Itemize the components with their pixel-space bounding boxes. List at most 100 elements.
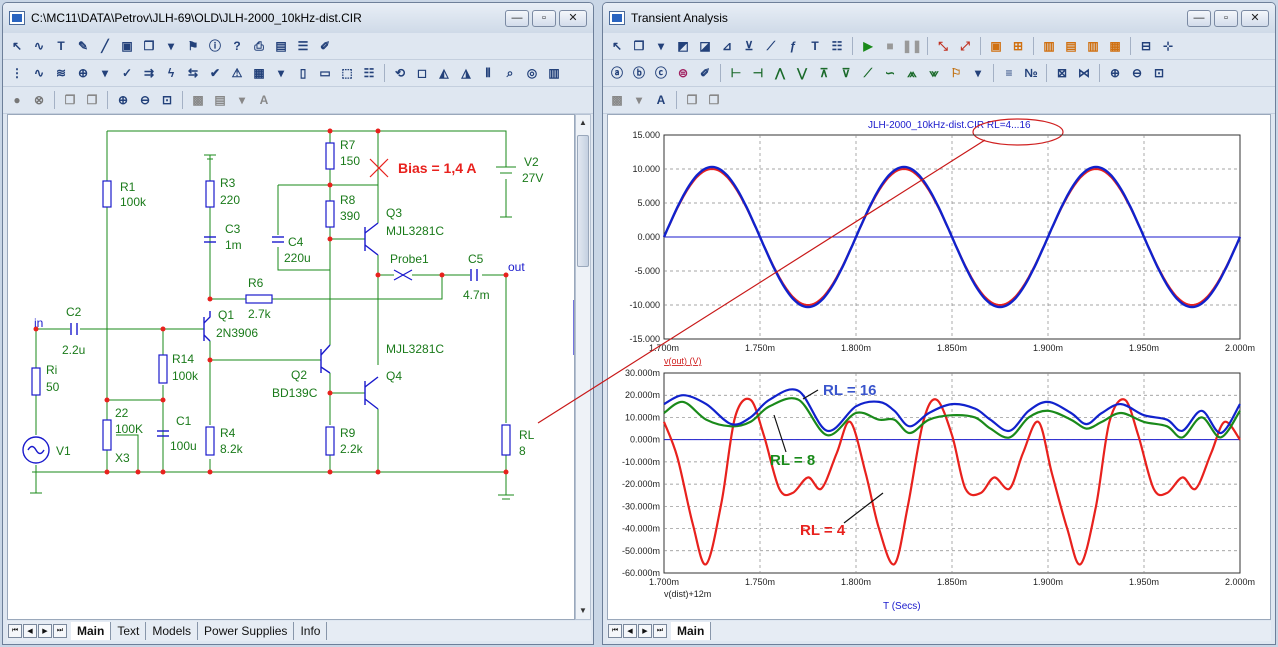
mirror-icon[interactable]: ◭ (434, 63, 454, 83)
minimize-button[interactable]: — (505, 9, 529, 27)
fit-icon[interactable]: ⊠ (1052, 63, 1072, 83)
check-icon[interactable]: ✔ (205, 63, 225, 83)
valley-icon[interactable]: ⋁ (792, 63, 812, 83)
count-icon[interactable]: № (1021, 63, 1041, 83)
grid-dots-icon[interactable]: ⊞ (1008, 36, 1028, 56)
draw-line-icon[interactable]: ╱ (95, 36, 115, 56)
stop-icon[interactable]: ⊗ (29, 90, 49, 110)
autoscale-icon[interactable]: ⤢ (955, 36, 975, 56)
last-tab-icon[interactable]: ⏭ (53, 624, 67, 638)
flip-icon[interactable]: ◮ (456, 63, 476, 83)
run-icon[interactable]: ▶ (858, 36, 878, 56)
run-icon[interactable]: ● (7, 90, 27, 110)
voltage-icon[interactable]: ∿ (29, 63, 49, 83)
select-arrow-icon[interactable]: ↖ (607, 36, 627, 56)
scroll-down-icon[interactable]: ▼ (576, 603, 590, 619)
tag-icon[interactable]: ⚐ (946, 63, 966, 83)
color-icon[interactable]: ▩ (188, 90, 208, 110)
frame-icon[interactable]: ◻ (412, 63, 432, 83)
prev-tab-icon[interactable]: ◀ (23, 624, 37, 638)
first-tab-icon[interactable]: ⏮ (608, 624, 622, 638)
pause-icon[interactable]: ❚❚ (902, 36, 922, 56)
component-icon[interactable]: ▣ (117, 36, 137, 56)
next-tab-icon[interactable]: ▶ (38, 624, 52, 638)
zoom-in-icon[interactable]: ⊕ (1105, 63, 1125, 83)
flag-icon[interactable]: ⚑ (183, 36, 203, 56)
properties-icon[interactable]: ☷ (359, 63, 379, 83)
numeric-icon[interactable]: ≡ (999, 63, 1019, 83)
probe-icon[interactable]: ✓ (117, 63, 137, 83)
schematic-vertical-scrollbar[interactable]: ▲ ▼ (575, 114, 591, 620)
schematic-canvas[interactable]: R1 100k R3 220 C3 1m R7 150 R8 390 C4 22… (7, 114, 575, 620)
current-icon[interactable]: ≋ (51, 63, 71, 83)
dropdown-arrow-icon[interactable]: ▾ (271, 63, 291, 83)
tab-models[interactable]: Models (146, 622, 199, 640)
function-icon[interactable]: ƒ (783, 36, 803, 56)
graph-peak-icon[interactable]: ⊿ (717, 36, 737, 56)
pencil-icon[interactable]: ✎ (73, 36, 93, 56)
graph-valley-icon[interactable]: ⊻ (739, 36, 759, 56)
fit-x-icon[interactable]: ⋈ (1074, 63, 1094, 83)
global-low-icon[interactable]: ⩖ (924, 63, 944, 83)
dropdown-arrow-icon[interactable]: ▾ (161, 36, 181, 56)
cursor-2-icon[interactable]: ⊣ (748, 63, 768, 83)
page-icon[interactable]: ▯ (293, 63, 313, 83)
node-numbers-icon[interactable]: ⋮ (7, 63, 27, 83)
dropdown-arrow-icon[interactable]: ▾ (968, 63, 988, 83)
low-icon[interactable]: ⊽ (836, 63, 856, 83)
print-icon[interactable]: ⎙ (249, 36, 269, 56)
grid-icon[interactable]: ▦ (249, 63, 269, 83)
warning-icon[interactable]: ⚠ (227, 63, 247, 83)
minimize-button[interactable]: — (1187, 9, 1211, 27)
edit-icon[interactable]: ✐ (315, 36, 335, 56)
prev-tab-icon[interactable]: ◀ (623, 624, 637, 638)
redo-icon[interactable]: ❐ (82, 90, 102, 110)
tab-main[interactable]: Main (671, 622, 712, 640)
undo-icon[interactable]: ❐ (682, 90, 702, 110)
layout-3-icon[interactable]: ▥ (1083, 36, 1103, 56)
flow-icon[interactable]: ⇆ (183, 63, 203, 83)
high-icon[interactable]: ⊼ (814, 63, 834, 83)
wire-icon[interactable]: ∿ (29, 36, 49, 56)
zoom-a-icon[interactable]: ⓐ (607, 63, 627, 83)
rotate-icon[interactable]: ⟲ (390, 63, 410, 83)
zoom-out-icon[interactable]: ⊖ (135, 90, 155, 110)
cursor-1-icon[interactable]: ⊢ (726, 63, 746, 83)
zoom-in-icon[interactable]: ⊕ (113, 90, 133, 110)
last-tab-icon[interactable]: ⏭ (653, 624, 667, 638)
text-tool-icon[interactable]: T (805, 36, 825, 56)
lightning-icon[interactable]: ϟ (161, 63, 181, 83)
layout-2-icon[interactable]: ▤ (1061, 36, 1081, 56)
close-button[interactable]: ✕ (1241, 9, 1269, 27)
font-icon[interactable]: A (254, 90, 274, 110)
crosshair-icon[interactable]: ⊹ (1158, 36, 1178, 56)
slope-icon[interactable]: ⟋ (858, 63, 878, 83)
close-button[interactable]: ✕ (559, 9, 587, 27)
page-copy-icon[interactable]: ▭ (315, 63, 335, 83)
zoom-fit-icon[interactable]: ⊡ (157, 90, 177, 110)
peak-icon[interactable]: ⋀ (770, 63, 790, 83)
dropdown-arrow-icon[interactable]: ▾ (95, 63, 115, 83)
fill-icon[interactable]: ▤ (210, 90, 230, 110)
zoom-d-icon[interactable]: ⊜ (673, 63, 693, 83)
color-icon[interactable]: ▩ (607, 90, 627, 110)
zoom-b-icon[interactable]: ⓑ (629, 63, 649, 83)
save-icon[interactable]: ▤ (271, 36, 291, 56)
dropdown-arrow-icon[interactable]: ▾ (651, 36, 671, 56)
dropdown-arrow-icon[interactable]: ▾ (629, 90, 649, 110)
layout-4-icon[interactable]: ▦ (1105, 36, 1125, 56)
font-icon[interactable]: A (651, 90, 671, 110)
frame-icon[interactable]: ▣ (986, 36, 1006, 56)
power-icon[interactable]: ⊕ (73, 63, 93, 83)
select-arrow-icon[interactable]: ↖ (7, 36, 27, 56)
graph-icon[interactable]: ◩ (673, 36, 693, 56)
edit-icon[interactable]: ✐ (695, 63, 715, 83)
zoom-out-icon[interactable]: ⊖ (1127, 63, 1147, 83)
properties-icon[interactable]: ☷ (827, 36, 847, 56)
graph-slope-icon[interactable]: ⟋ (761, 36, 781, 56)
maximize-button[interactable]: ▫ (1214, 9, 1238, 27)
maximize-button[interactable]: ▫ (532, 9, 556, 27)
info-icon[interactable]: ⓘ (205, 36, 225, 56)
binoculars-icon[interactable]: ◎ (522, 63, 542, 83)
dropdown-arrow-icon[interactable]: ▾ (232, 90, 252, 110)
